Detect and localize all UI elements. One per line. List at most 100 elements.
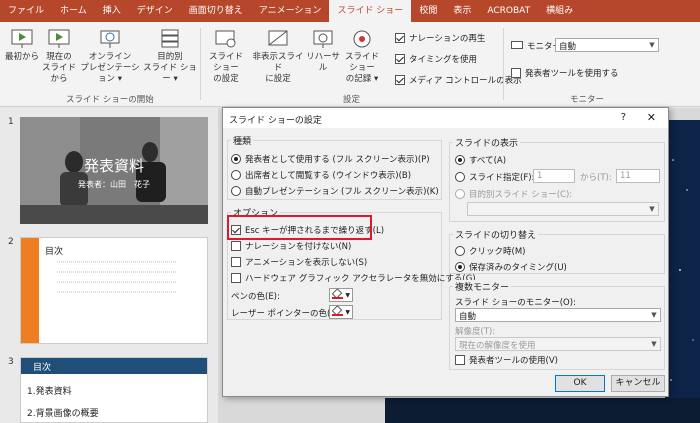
- record-label-1: スライド ショー: [344, 52, 379, 73]
- chevron-down-icon: ▼: [649, 205, 655, 213]
- show-range-radio[interactable]: スライド指定(F):: [455, 171, 534, 183]
- online-label-1: オンライン: [88, 52, 132, 62]
- hide-label-1: 非表示スライド: [252, 52, 304, 73]
- record-icon: [353, 30, 371, 48]
- timing-checkbox[interactable]: タイミングを使用: [395, 53, 477, 65]
- narration-label: ナレーションの再生: [409, 34, 486, 44]
- advance-timing-radio[interactable]: 保存済みのタイミング(U): [455, 261, 567, 273]
- show-all-radio[interactable]: すべて(A): [455, 154, 506, 166]
- presenter-view-label: 発表者ツールを使用する: [525, 69, 619, 79]
- type-presenter-radio[interactable]: 発表者として使用する (フル スクリーン表示)(P): [231, 153, 430, 165]
- media-checkbox-box[interactable]: [395, 75, 405, 85]
- hide-slide-button[interactable]: 非表示スライド に設定: [250, 22, 306, 85]
- hide-label-2: に設定: [265, 74, 291, 84]
- from-start-button[interactable]: 最初から: [4, 22, 40, 63]
- no-animation-checkbox[interactable]: アニメーションを表示しない(S): [231, 256, 367, 268]
- no-narration-label: ナレーションを付けない(N): [245, 242, 352, 252]
- presenter-view-checkbox[interactable]: 発表者ツールを使用する: [511, 67, 619, 79]
- checkbox[interactable]: [231, 241, 241, 251]
- pen-color-button[interactable]: ▼: [329, 288, 353, 302]
- setup-slideshow-button[interactable]: スライド ショー の設定: [204, 22, 248, 85]
- tab-design[interactable]: デザイン: [129, 0, 181, 22]
- tab-home[interactable]: ホーム: [52, 0, 95, 22]
- from-start-label: 最初から: [4, 52, 39, 62]
- tab-acrobat[interactable]: ACROBAT: [479, 0, 538, 22]
- chevron-down-icon: ▼: [345, 309, 350, 316]
- resolution-value: 現在の解像度を使用: [459, 341, 536, 351]
- advance-manual-label: クリック時(M): [469, 247, 526, 257]
- tab-insert[interactable]: 挿入: [95, 0, 129, 22]
- online-present-icon: [100, 30, 120, 48]
- slide-thumbnail-2[interactable]: 目次: [20, 237, 208, 344]
- checkbox[interactable]: [455, 355, 465, 365]
- show-custom-label: 目的別スライド ショー(C):: [469, 190, 573, 200]
- checkbox[interactable]: [231, 257, 241, 267]
- disable-hw-accel-checkbox[interactable]: ハードウェア グラフィック アクセラレータを無効にする(G): [231, 272, 476, 284]
- checkbox[interactable]: [231, 273, 241, 283]
- online-presentation-button[interactable]: オンライン プレゼンテーション ▾: [79, 22, 141, 85]
- tab-file[interactable]: ファイル: [0, 0, 53, 22]
- narration-checkbox-box[interactable]: [395, 33, 405, 43]
- record-slideshow-button[interactable]: スライド ショー の記録 ▾: [340, 22, 384, 85]
- tab-slideshow[interactable]: スライド ショー: [329, 0, 412, 22]
- no-narration-checkbox[interactable]: ナレーションを付けない(N): [231, 240, 351, 252]
- radio-button[interactable]: [455, 189, 465, 199]
- hide-slide-icon: [268, 30, 288, 46]
- advance-manual-radio[interactable]: クリック時(M): [455, 245, 525, 257]
- radio-button[interactable]: [231, 170, 241, 180]
- tab-yokogumi[interactable]: 横組み: [538, 0, 581, 22]
- slide1-subtitle: 発表者：山田 花子: [78, 180, 150, 189]
- help-button[interactable]: ?: [621, 112, 626, 123]
- from-current-button[interactable]: 現在の スライドから: [40, 22, 78, 85]
- setup-slideshow-icon: [215, 30, 236, 48]
- ribbon-tab-bar: ファイル ホーム 挿入 デザイン 画面切り替え アニメーション スライド ショー…: [0, 0, 700, 22]
- laser-color-button[interactable]: ▼: [329, 305, 353, 319]
- presenter-tools-label: 発表者ツールの使用(V): [469, 356, 558, 366]
- type-group-title: 種類: [231, 134, 254, 147]
- slide3-header: 目次: [21, 358, 207, 374]
- slide2-accent-bar: [21, 238, 39, 343]
- tab-transitions[interactable]: 画面切り替え: [181, 0, 251, 22]
- slide2-title: 目次: [45, 247, 64, 257]
- show-monitor-label: スライド ショーのモニター(O):: [455, 298, 576, 308]
- slide-number: 3: [8, 357, 14, 367]
- ribbon-separator: [200, 28, 201, 100]
- color-swatch: [332, 297, 343, 299]
- presenter-view-checkbox-box[interactable]: [511, 68, 521, 78]
- radio-button[interactable]: [455, 155, 465, 165]
- close-button[interactable]: ✕: [647, 111, 656, 124]
- presenter-tools-checkbox[interactable]: 発表者ツールの使用(V): [455, 354, 558, 366]
- advance-group-title: スライドの切り替え: [453, 228, 539, 241]
- radio-button[interactable]: [231, 186, 241, 196]
- radio-button[interactable]: [455, 246, 465, 256]
- range-to-spinner[interactable]: 11: [616, 169, 660, 183]
- radio-button[interactable]: [455, 172, 465, 182]
- chevron-down-icon: ▼: [651, 311, 657, 319]
- ribbon-separator: [503, 28, 504, 100]
- cancel-button[interactable]: キャンセル: [611, 375, 665, 392]
- slide-thumbnail-3[interactable]: 目次 1.発表資料 2.背景画像の概要: [20, 357, 208, 423]
- narration-checkbox[interactable]: ナレーションの再生: [395, 32, 485, 44]
- radio-button[interactable]: [455, 262, 465, 272]
- slide-background-image-bottom: [385, 398, 700, 423]
- type-browse-radio[interactable]: 出席者として閲覧する (ウインドウ表示)(B): [231, 169, 411, 181]
- resolution-select[interactable]: 現在の解像度を使用 ▼: [455, 337, 661, 351]
- tab-animations[interactable]: アニメーション: [251, 0, 330, 22]
- laser-color-label: レーザー ポインターの色(R):: [231, 309, 343, 319]
- ok-button[interactable]: OK: [555, 375, 605, 392]
- slide3-item-1: 1.発表資料: [27, 387, 72, 397]
- range-from-spinner[interactable]: 1: [533, 169, 575, 183]
- timing-checkbox-box[interactable]: [395, 54, 405, 64]
- tab-view[interactable]: 表示: [445, 0, 479, 22]
- show-monitor-select[interactable]: 自動 ▼: [455, 308, 661, 322]
- custom-show-select[interactable]: ▼: [467, 202, 659, 216]
- show-custom-radio[interactable]: 目的別スライド ショー(C):: [455, 188, 572, 200]
- rehearse-button[interactable]: リハーサル: [306, 22, 340, 74]
- type-kiosk-radio[interactable]: 自動プレゼンテーション (フル スクリーン表示)(K): [231, 185, 439, 197]
- radio-button[interactable]: [231, 154, 241, 164]
- monitor-select[interactable]: 自動 ▼: [555, 38, 659, 52]
- tab-review[interactable]: 校閲: [411, 0, 445, 22]
- slide3-item-2: 2.背景画像の概要: [27, 409, 99, 419]
- slide-thumbnail-1[interactable]: 発表資料 発表者：山田 花子: [20, 117, 208, 224]
- custom-slideshow-button[interactable]: 目的別 スライド ショー ▾: [141, 22, 199, 85]
